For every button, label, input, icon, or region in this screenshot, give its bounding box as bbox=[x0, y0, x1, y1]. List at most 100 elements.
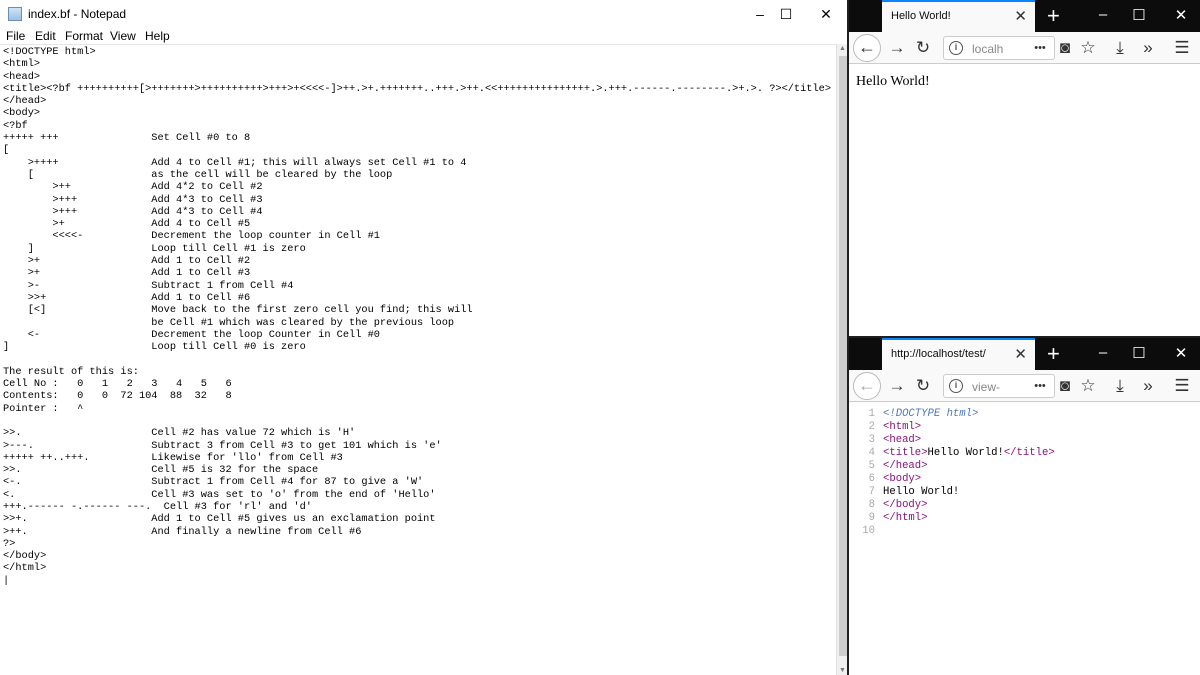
menu-view[interactable]: View bbox=[110, 29, 136, 43]
notepad-text-area[interactable]: <!DOCTYPE html> <html> <head> <title><?b… bbox=[0, 44, 836, 675]
download-icon[interactable]: ⤓ bbox=[1109, 38, 1131, 58]
close-button[interactable]: ✕ bbox=[1171, 6, 1191, 24]
hamburger-menu-icon[interactable]: ☰ bbox=[1171, 38, 1193, 58]
tab-close-icon[interactable]: ✕ bbox=[1014, 7, 1027, 25]
text-line: >++ Add 4*2 to Cell #2 bbox=[3, 181, 263, 194]
line-number: 3 bbox=[868, 434, 875, 446]
source-text: Hello World! bbox=[883, 486, 960, 498]
pocket-icon[interactable]: ◙ bbox=[1054, 376, 1076, 396]
line-number: 8 bbox=[868, 499, 875, 511]
text-line: +++++ +++ Set Cell #0 to 8 bbox=[3, 132, 251, 145]
navigation-toolbar: ← → ↻ i localh ••• ◙ ☆ ⤓ » ☰ bbox=[849, 32, 1200, 64]
menu-help[interactable]: Help bbox=[145, 29, 170, 43]
close-button[interactable]: ✕ bbox=[1171, 344, 1191, 362]
info-icon[interactable]: i bbox=[949, 379, 963, 393]
source-line: 7 Hello World! bbox=[849, 486, 1200, 499]
reload-button[interactable]: ↻ bbox=[912, 38, 934, 58]
line-number: 6 bbox=[868, 473, 875, 485]
tab-hello-world[interactable]: Hello World! ✕ bbox=[882, 0, 1035, 32]
line-number: 1 bbox=[868, 408, 875, 420]
navigation-toolbar: ← → ↻ i view- ••• ◙ ☆ ⤓ » ☰ bbox=[849, 370, 1200, 402]
text-line: [ as the cell will be cleared by the loo… bbox=[3, 168, 393, 181]
tab-strip: http://localhost/test/ ✕ + – ☐ ✕ bbox=[849, 338, 1200, 370]
minimize-button[interactable]: – bbox=[1093, 6, 1113, 23]
overflow-icon[interactable]: » bbox=[1137, 376, 1159, 396]
notepad-menubar: File Edit Format View Help bbox=[0, 28, 848, 44]
page-actions-icon[interactable]: ••• bbox=[1029, 38, 1051, 58]
notepad-window: index.bf - Notepad – ☐ ✕ File Edit Forma… bbox=[0, 0, 848, 675]
text-line: [<] Move back to the first zero cell you… bbox=[3, 304, 473, 317]
notepad-app-icon bbox=[8, 7, 22, 21]
text-line: </html> bbox=[3, 562, 47, 575]
source-tag: <html> bbox=[883, 421, 922, 433]
maximize-button[interactable]: ☐ bbox=[1129, 6, 1149, 24]
tab-close-icon[interactable]: ✕ bbox=[1014, 345, 1027, 363]
scroll-thumb[interactable] bbox=[839, 56, 847, 656]
tab-title: Hello World! bbox=[891, 10, 951, 22]
menu-edit[interactable]: Edit bbox=[35, 29, 56, 43]
text-line: [ bbox=[3, 144, 10, 157]
close-button[interactable]: ✕ bbox=[803, 0, 849, 28]
text-line: be Cell #1 which was cleared by the prev… bbox=[3, 316, 455, 329]
url-text: view- bbox=[972, 380, 1001, 394]
source-listing: 1 <!DOCTYPE html> 2 <html> 3 <head> 4 <title>He… bbox=[849, 402, 1200, 538]
scroll-up-icon[interactable]: ▲ bbox=[839, 45, 846, 52]
line-number: 9 bbox=[868, 512, 875, 524]
text-line: >+ Add 1 to Cell #3 bbox=[3, 267, 251, 280]
minimize-button[interactable]: – bbox=[1093, 344, 1113, 361]
source-tag: <title> bbox=[883, 447, 928, 459]
source-text: Hello World! bbox=[927, 447, 1004, 459]
url-text: localh bbox=[972, 42, 1004, 56]
bookmark-star-icon[interactable]: ☆ bbox=[1077, 376, 1099, 396]
hamburger-menu-icon[interactable]: ☰ bbox=[1171, 376, 1193, 396]
text-line: | bbox=[3, 574, 10, 587]
text-line: >>+ Add 1 to Cell #6 bbox=[3, 291, 251, 304]
text-line: ] Loop till Cell #0 is zero bbox=[3, 341, 306, 354]
notepad-text: <!DOCTYPE html> <html> <head> <title><?b… bbox=[0, 45, 836, 587]
source-line: 6 <body> bbox=[849, 473, 1200, 486]
forward-button[interactable]: → bbox=[886, 38, 908, 58]
text-line: ] Loop till Cell #1 is zero bbox=[3, 242, 306, 255]
source-line: 2 <html> bbox=[849, 421, 1200, 434]
new-tab-button[interactable]: + bbox=[1047, 341, 1060, 367]
page-actions-icon[interactable]: ••• bbox=[1029, 376, 1051, 396]
text-line: <body> bbox=[3, 107, 41, 120]
text-line: <?bf bbox=[3, 119, 28, 132]
text-line: <!DOCTYPE html> bbox=[3, 46, 96, 58]
overflow-icon[interactable]: » bbox=[1137, 38, 1159, 58]
tab-view-source[interactable]: http://localhost/test/ ✕ bbox=[882, 338, 1035, 370]
text-line: The result of this is: bbox=[3, 365, 139, 378]
text-line: +++++ ++..+++. Likewise for 'llo' from C… bbox=[3, 451, 343, 464]
menu-file[interactable]: File bbox=[6, 29, 25, 43]
notepad-titlebar[interactable]: index.bf - Notepad – ☐ ✕ bbox=[0, 0, 848, 28]
back-button[interactable]: ← bbox=[853, 372, 881, 400]
notepad-window-title: index.bf - Notepad bbox=[28, 7, 127, 21]
download-icon[interactable]: ⤓ bbox=[1109, 376, 1131, 396]
page-content: Hello World! bbox=[849, 64, 1200, 90]
line-number: 2 bbox=[868, 421, 875, 433]
line-number: 4 bbox=[868, 447, 875, 459]
source-tag: </html> bbox=[883, 512, 928, 524]
line-number: 7 bbox=[868, 486, 875, 498]
text-line: <html> bbox=[3, 58, 41, 71]
text-line: Pointer : ^ bbox=[3, 402, 84, 415]
scroll-down-icon[interactable]: ▼ bbox=[839, 667, 846, 674]
new-tab-button[interactable]: + bbox=[1047, 3, 1060, 29]
menu-format[interactable]: Format bbox=[65, 29, 103, 43]
bookmark-star-icon[interactable]: ☆ bbox=[1077, 38, 1099, 58]
text-line: Cell No : 0 1 2 3 4 5 6 bbox=[3, 378, 232, 391]
reload-button[interactable]: ↻ bbox=[912, 376, 934, 396]
text-line: </head> bbox=[3, 95, 47, 108]
forward-button[interactable]: → bbox=[886, 376, 908, 396]
pocket-icon[interactable]: ◙ bbox=[1054, 38, 1076, 58]
hello-world-text: Hello World! bbox=[856, 74, 930, 89]
text-line: <-. Subtract 1 from Cell #4 for 87 to gi… bbox=[3, 476, 424, 489]
text-line: <<<<- Decrement the loop counter in Cell… bbox=[3, 230, 380, 243]
back-button[interactable]: ← bbox=[853, 34, 881, 62]
source-tag: </title> bbox=[1003, 447, 1055, 459]
maximize-button[interactable]: ☐ bbox=[1129, 344, 1149, 362]
source-tag: </head> bbox=[883, 460, 928, 472]
info-icon[interactable]: i bbox=[949, 41, 963, 55]
text-line: >+ Add 4 to Cell #5 bbox=[3, 218, 251, 231]
source-line: 10 bbox=[849, 525, 1200, 538]
